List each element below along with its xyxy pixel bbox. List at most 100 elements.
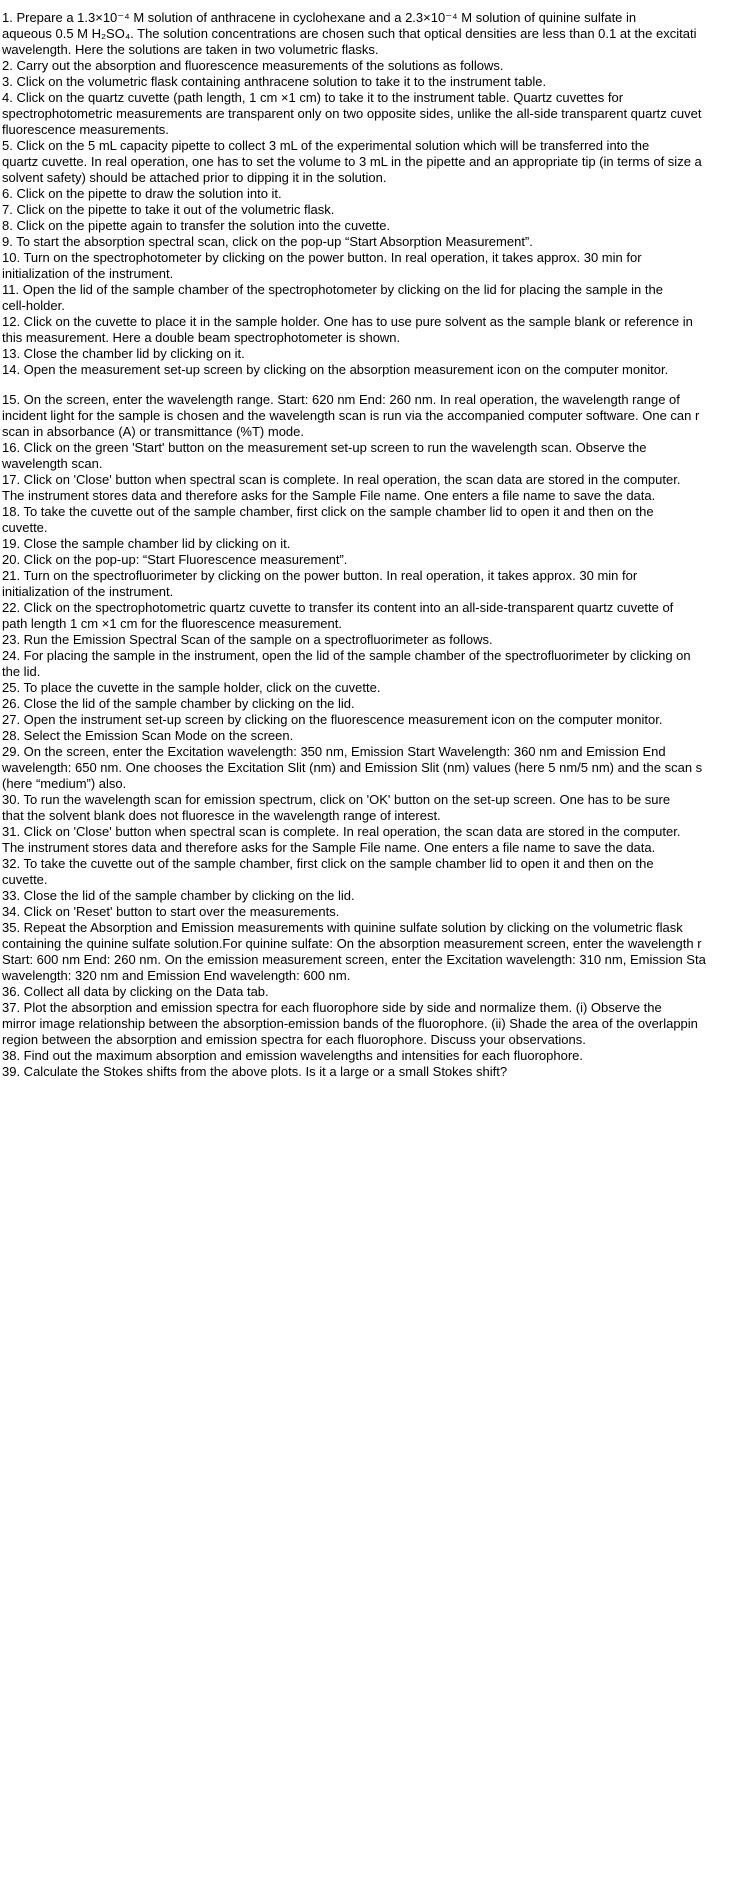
procedure-step-line: 19. Close the sample chamber lid by clic… xyxy=(2,536,291,551)
procedure-step: 24. For placing the sample in the instru… xyxy=(0,648,752,680)
procedure-step-line: 29. On the screen, enter the Excitation … xyxy=(2,744,666,759)
procedure-step-line: wavelength: 320 nm and Emission End wave… xyxy=(2,968,351,983)
procedure-step: 39. Calculate the Stokes shifts from the… xyxy=(0,1064,752,1080)
procedure-step-line: 31. Click on 'Close' button when spectra… xyxy=(2,824,681,839)
procedure-step-line: solvent safety) should be attached prior… xyxy=(2,170,387,185)
procedure-step: 20. Click on the pop-up: “Start Fluoresc… xyxy=(0,552,752,568)
procedure-step-line: 20. Click on the pop-up: “Start Fluoresc… xyxy=(2,552,348,567)
procedure-step-line: that the solvent blank does not fluoresc… xyxy=(2,808,441,823)
procedure-step-line: mirror image relationship between the ab… xyxy=(2,1016,698,1031)
procedure-step-line: 15. On the screen, enter the wavelength … xyxy=(2,392,680,407)
procedure-step-line: 27. Open the instrument set-up screen by… xyxy=(2,712,663,727)
procedure-step-line: 14. Open the measurement set-up screen b… xyxy=(2,362,669,377)
procedure-step-line: 34. Click on 'Reset' button to start ove… xyxy=(2,904,340,919)
procedure-step-line: initialization of the instrument. xyxy=(2,266,174,281)
procedure-step: 31. Click on 'Close' button when spectra… xyxy=(0,824,752,856)
procedure-step-line: 21. Turn on the spectrofluorimeter by cl… xyxy=(2,568,638,583)
procedure-step-line: 7. Click on the pipette to take it out o… xyxy=(2,202,335,217)
procedure-step: 3. Click on the volumetric flask contain… xyxy=(0,74,752,90)
procedure-step-line: 33. Close the lid of the sample chamber … xyxy=(2,888,355,903)
procedure-step-line: containing the quinine sulfate solution.… xyxy=(2,936,702,951)
procedure-step-line: 9. To start the absorption spectral scan… xyxy=(2,234,533,249)
procedure-step-line: 17. Click on 'Close' button when spectra… xyxy=(2,472,681,487)
procedure-step-line: 6. Click on the pipette to draw the solu… xyxy=(2,186,282,201)
procedure-step: 27. Open the instrument set-up screen by… xyxy=(0,712,752,728)
procedure-step: 32. To take the cuvette out of the sampl… xyxy=(0,856,752,888)
procedure-step: 35. Repeat the Absorption and Emission m… xyxy=(0,920,752,984)
procedure-step-line: The instrument stores data and therefore… xyxy=(2,488,656,503)
procedure-step: 30. To run the wavelength scan for emiss… xyxy=(0,792,752,824)
procedure-step-line: 10. Turn on the spectrophotometer by cli… xyxy=(2,250,642,265)
procedure-step: 14. Open the measurement set-up screen b… xyxy=(0,362,752,378)
procedure-step: 21. Turn on the spectrofluorimeter by cl… xyxy=(0,568,752,600)
procedure-step: 8. Click on the pipette again to transfe… xyxy=(0,218,752,234)
procedure-step: 18. To take the cuvette out of the sampl… xyxy=(0,504,752,536)
procedure-step-line: 23. Run the Emission Spectral Scan of th… xyxy=(2,632,493,647)
procedure-step: 23. Run the Emission Spectral Scan of th… xyxy=(0,632,752,648)
procedure-step: 15. On the screen, enter the wavelength … xyxy=(0,392,752,440)
procedure-step: 17. Click on 'Close' button when spectra… xyxy=(0,472,752,504)
procedure-step-line: the lid. xyxy=(2,664,41,679)
procedure-step-line: 5. Click on the 5 mL capacity pipette to… xyxy=(2,138,650,153)
procedure-step-line: scan in absorbance (A) or transmittance … xyxy=(2,424,305,439)
procedure-step-line: 2. Carry out the absorption and fluoresc… xyxy=(2,58,504,73)
procedure-step-line: 12. Click on the cuvette to place it in … xyxy=(2,314,693,329)
procedure-step: 33. Close the lid of the sample chamber … xyxy=(0,888,752,904)
procedure-step: 13. Close the chamber lid by clicking on… xyxy=(0,346,752,362)
procedure-step-line: 16. Click on the green 'Start' button on… xyxy=(2,440,647,455)
procedure-step-line: path length 1 cm ×1 cm for the fluoresce… xyxy=(2,616,342,631)
procedure-document: 1. Prepare a 1.3×10⁻⁴ M solution of anth… xyxy=(0,10,752,1080)
procedure-step-line: spectrophotometric measurements are tran… xyxy=(2,106,702,121)
procedure-step-line: cell-holder. xyxy=(2,298,65,313)
procedure-step-line: 22. Click on the spectrophotometric quar… xyxy=(2,600,674,615)
procedure-step: 36. Collect all data by clicking on the … xyxy=(0,984,752,1000)
procedure-step: 34. Click on 'Reset' button to start ove… xyxy=(0,904,752,920)
procedure-step-line: 28. Select the Emission Scan Mode on the… xyxy=(2,728,294,743)
procedure-step-line: cuvette. xyxy=(2,872,48,887)
procedure-step: 37. Plot the absorption and emission spe… xyxy=(0,1000,752,1048)
procedure-step-line: incident light for the sample is chosen … xyxy=(2,408,700,423)
procedure-step: 25. To place the cuvette in the sample h… xyxy=(0,680,752,696)
procedure-step: 7. Click on the pipette to take it out o… xyxy=(0,202,752,218)
procedure-step: 29. On the screen, enter the Excitation … xyxy=(0,744,752,792)
procedure-step-line: 30. To run the wavelength scan for emiss… xyxy=(2,792,671,807)
procedure-step-line: 24. For placing the sample in the instru… xyxy=(2,648,691,663)
procedure-step-line: 32. To take the cuvette out of the sampl… xyxy=(2,856,654,871)
procedure-step-line: wavelength scan. xyxy=(2,456,103,471)
procedure-step-line: 3. Click on the volumetric flask contain… xyxy=(2,74,547,89)
procedure-step: 4. Click on the quartz cuvette (path len… xyxy=(0,90,752,138)
procedure-step: 12. Click on the cuvette to place it in … xyxy=(0,314,752,346)
procedure-step-line: 36. Collect all data by clicking on the … xyxy=(2,984,269,999)
procedure-step-line: 39. Calculate the Stokes shifts from the… xyxy=(2,1064,508,1079)
procedure-step-line: 25. To place the cuvette in the sample h… xyxy=(2,680,381,695)
procedure-step-line: cuvette. xyxy=(2,520,48,535)
procedure-step-line: 18. To take the cuvette out of the sampl… xyxy=(2,504,654,519)
procedure-step-line: region between the absorption and emissi… xyxy=(2,1032,586,1047)
procedure-step-line: 35. Repeat the Absorption and Emission m… xyxy=(2,920,683,935)
procedure-step-line: fluorescence measurements. xyxy=(2,122,169,137)
procedure-step: 1. Prepare a 1.3×10⁻⁴ M solution of anth… xyxy=(0,10,752,58)
procedure-step-line: 26. Close the lid of the sample chamber … xyxy=(2,696,355,711)
procedure-step: 38. Find out the maximum absorption and … xyxy=(0,1048,752,1064)
procedure-step-line: wavelength. Here the solutions are taken… xyxy=(2,42,379,57)
procedure-step-line: 4. Click on the quartz cuvette (path len… xyxy=(2,90,624,105)
procedure-step-line: Start: 600 nm End: 260 nm. On the emissi… xyxy=(2,952,706,967)
procedure-step-line: 11. Open the lid of the sample chamber o… xyxy=(2,282,663,297)
procedure-step-line: 8. Click on the pipette again to transfe… xyxy=(2,218,391,233)
procedure-step: 5. Click on the 5 mL capacity pipette to… xyxy=(0,138,752,186)
procedure-step-line: 1. Prepare a 1.3×10⁻⁴ M solution of anth… xyxy=(2,10,637,25)
procedure-step: 22. Click on the spectrophotometric quar… xyxy=(0,600,752,632)
procedure-step-line: wavelength: 650 nm. One chooses the Exci… xyxy=(2,760,703,775)
procedure-step: 11. Open the lid of the sample chamber o… xyxy=(0,282,752,314)
procedure-step: 6. Click on the pipette to draw the solu… xyxy=(0,186,752,202)
procedure-step: 26. Close the lid of the sample chamber … xyxy=(0,696,752,712)
procedure-step: 10. Turn on the spectrophotometer by cli… xyxy=(0,250,752,282)
procedure-step-line: aqueous 0.5 M H₂SO₄. The solution concen… xyxy=(2,26,697,41)
procedure-step-line: 13. Close the chamber lid by clicking on… xyxy=(2,346,245,361)
procedure-step: 9. To start the absorption spectral scan… xyxy=(0,234,752,250)
procedure-step-line: (here “medium”) also. xyxy=(2,776,127,791)
procedure-step-line: The instrument stores data and therefore… xyxy=(2,840,656,855)
procedure-step: 16. Click on the green 'Start' button on… xyxy=(0,440,752,472)
procedure-step-line: quartz cuvette. In real operation, one h… xyxy=(2,154,702,169)
